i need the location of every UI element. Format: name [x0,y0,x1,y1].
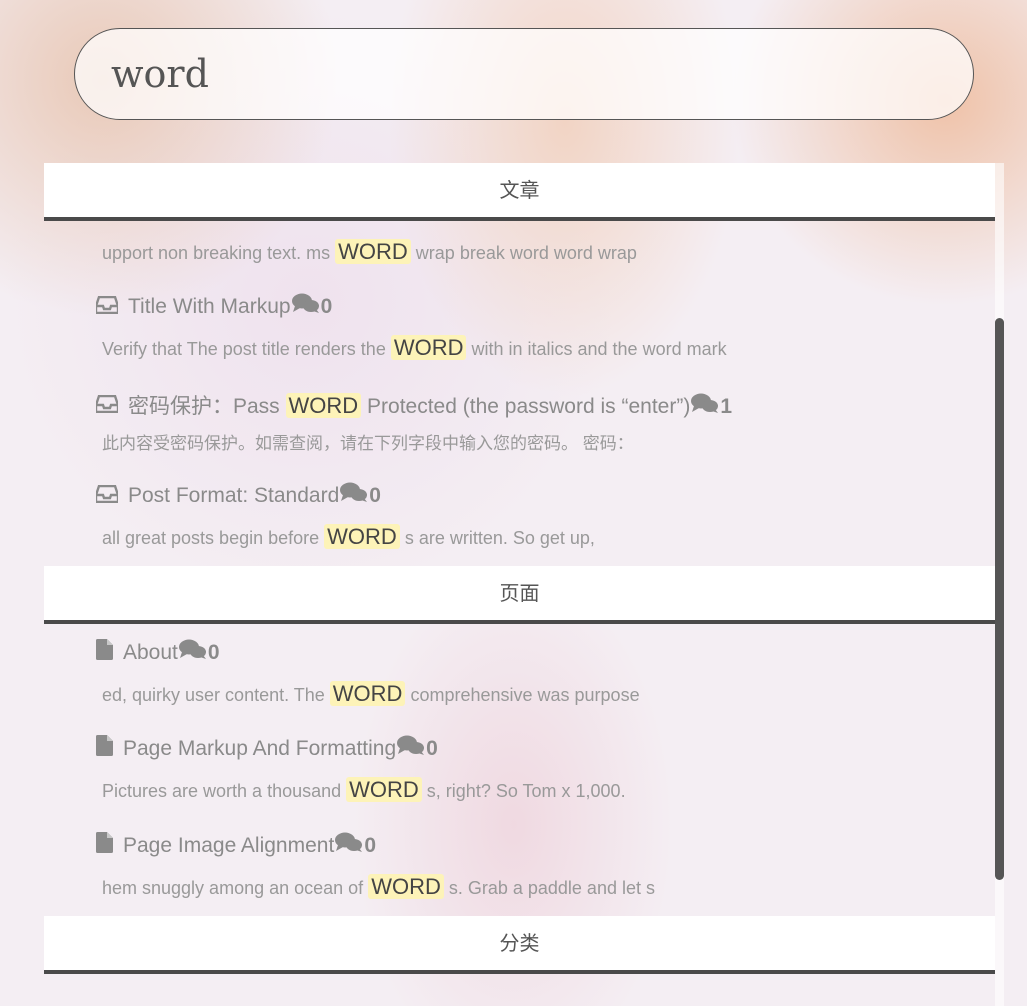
search-highlight: WORD [346,777,422,802]
comment-count: 0 [364,834,376,858]
file-icon [96,734,113,765]
comments-icon [178,638,208,669]
result-title: Page Image Alignment [123,834,335,858]
list-item-snippet: ed, quirky user content. The WORD compre… [102,681,640,706]
comments-icon [690,392,720,423]
search-highlight: WORD [368,874,444,899]
comment-count: 0 [207,641,220,665]
section-header-categories: 分类 [44,916,995,974]
comment-count: 0 [369,484,381,508]
comment-count: 0 [426,737,438,761]
inbox-icon [94,293,120,323]
file-icon [96,638,113,669]
list-item-snippet: upport non breaking text. ms WORD wrap b… [102,239,637,264]
search-input[interactable] [74,28,974,120]
inbox-icon [94,482,120,512]
result-title: 密码保护：Pass WORD Protected (the password i… [128,393,691,418]
comments-icon [339,481,369,512]
comments-icon [334,831,364,862]
list-item-snippet: Verify that The post title renders the W… [102,335,727,360]
comment-count: 1 [720,395,733,418]
search-highlight: WORD [329,681,406,706]
section-header-pages: 页面 [44,566,995,624]
search-highlight: WORD [390,335,467,360]
list-item-snippet: all great posts begin before WORD s are … [102,524,595,549]
list-item-snippet: Pictures are worth a thousand WORD s, ri… [102,777,626,802]
result-title: Post Format: Standard [128,484,340,508]
scrollbar-thumb[interactable] [995,318,1004,880]
result-title: Page Markup And Formatting [123,737,397,761]
list-item-snippet: hem snuggly among an ocean of WORD s. Gr… [102,874,655,899]
search-highlight: WORD [285,393,362,418]
comment-count: 0 [320,295,333,319]
search-highlight: WORD [335,239,411,264]
search-result-page-about[interactable]: About 0 [96,638,220,668]
search-box [74,28,974,120]
result-title: Title With Markup [128,295,291,319]
search-results-panel[interactable]: 文章 upport non breaking text. ms WORD wra… [44,163,1004,1006]
list-item-snippet: 此内容受密码保护。如需查阅，请在下列字段中输入您的密码。 密码： [102,434,634,453]
comments-icon [396,734,426,765]
comments-icon [291,292,321,323]
result-title: About [123,641,178,665]
search-result-post-title-with-markup[interactable]: Title With Markup 0 [94,292,333,323]
section-header-posts: 文章 [44,163,995,221]
search-result-post-password-protected[interactable]: 密码保护：Pass WORD Protected (the password i… [94,391,733,423]
search-result-page-image-alignment[interactable]: Page Image Alignment 0 [96,831,376,861]
search-result-post-format-standard[interactable]: Post Format: Standard 0 [94,481,381,512]
file-icon [96,831,113,862]
inbox-icon [94,392,120,422]
search-result-page-markup-formatting[interactable]: Page Markup And Formatting 0 [96,734,438,764]
search-highlight: WORD [324,524,400,549]
